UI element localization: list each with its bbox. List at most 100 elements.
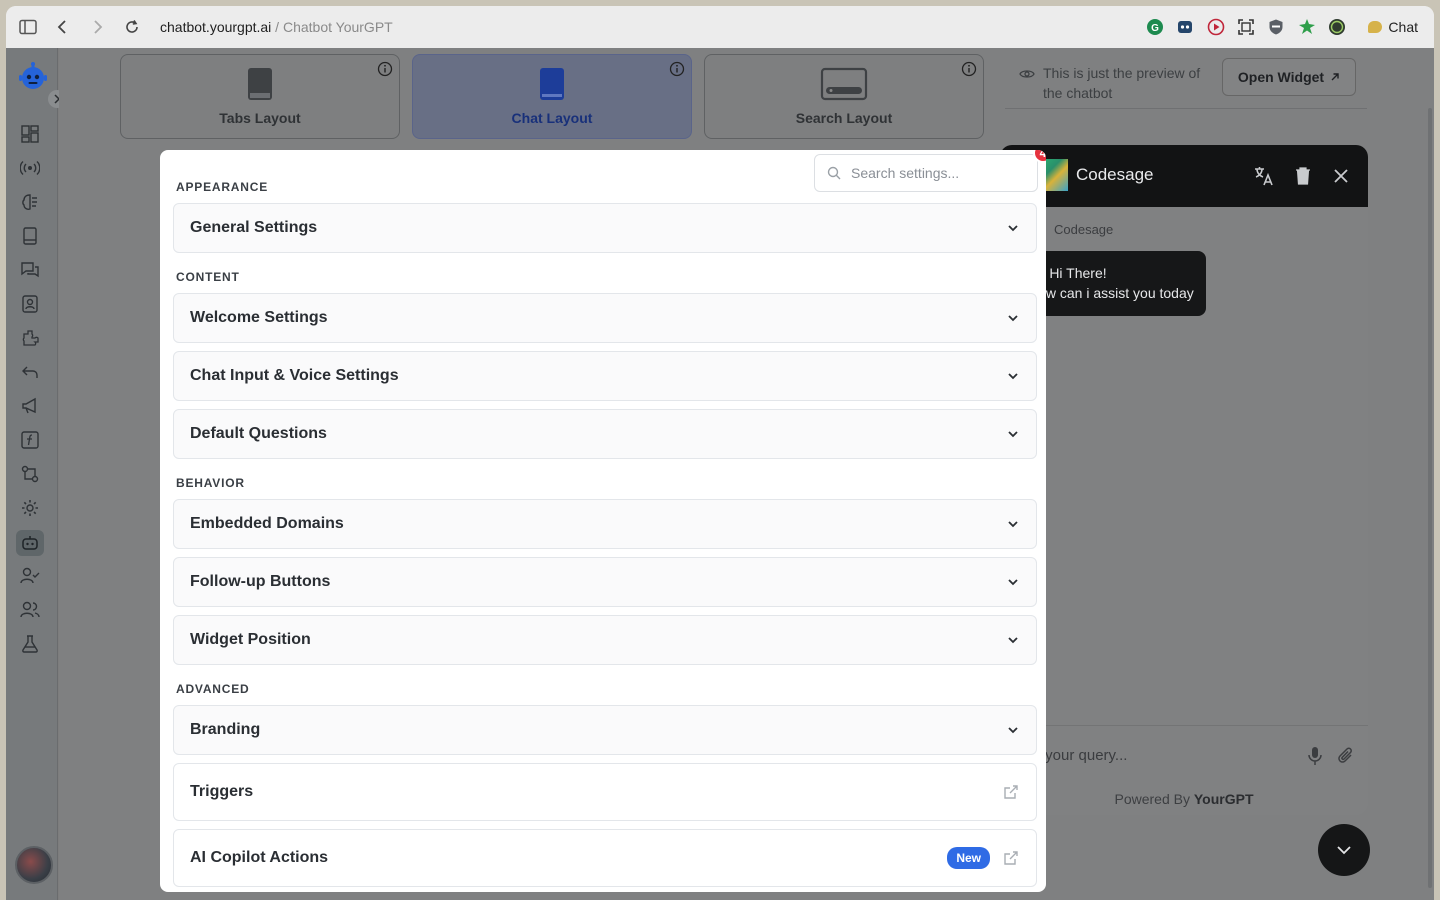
accordion-branding[interactable]: Branding [173,705,1037,755]
dashboard-icon[interactable] [20,124,40,144]
accordion-chat-input-voice[interactable]: Chat Input & Voice Settings [173,351,1037,401]
accordion-label: Embedded Domains [190,515,344,532]
extension-grammarly-icon[interactable]: G [1145,17,1165,37]
new-badge: New [947,847,990,869]
accordion-label: General Settings [190,219,318,236]
accordion-welcome-settings[interactable]: Welcome Settings [173,293,1037,343]
extension-puzzle-icon[interactable] [1297,17,1317,37]
powered-by: Powered By YourGPT [1000,791,1368,807]
extension-shield-icon[interactable] [1266,17,1286,37]
sidebar-toggle-icon[interactable] [18,17,38,37]
url-page-title: Chatbot YourGPT [282,19,393,35]
reload-icon[interactable] [122,17,142,37]
svg-text:G: G [1151,23,1159,34]
page-scrollbar[interactable] [1426,108,1434,888]
layout-card-label: Tabs Layout [219,110,301,126]
chatbot-icon[interactable] [16,530,44,556]
open-widget-label: Open Widget [1237,69,1325,85]
info-icon[interactable] [669,61,685,77]
accordion-default-questions[interactable]: Default Questions [173,409,1037,459]
megaphone-icon[interactable] [20,396,40,416]
accordion-label: Branding [190,721,261,738]
eye-icon [1019,70,1035,78]
preview-note-text: This is just the preview of the chatbot [1043,65,1201,101]
external-link-icon [1004,851,1018,865]
accordion-follow-up-buttons[interactable]: Follow-up Buttons [173,557,1037,607]
layout-card-tabs[interactable]: Tabs Layout [120,54,400,139]
browser-window: chatbot.yourgpt.ai / Chatbot YourGPT G C… [6,6,1434,900]
search-icon [827,166,841,180]
chevron-down-icon [1008,373,1018,380]
open-widget-button[interactable]: Open Widget [1222,58,1356,96]
contacts-icon[interactable] [20,294,40,314]
translate-icon[interactable] [1253,165,1275,187]
url-separator: / [271,19,283,35]
reply-icon[interactable] [20,362,40,382]
conversations-icon[interactable] [20,260,40,280]
layout-card-label: Search Layout [795,110,893,126]
forward-icon[interactable] [88,17,108,37]
chevron-down-icon [1337,846,1351,855]
extension-wordpress-icon[interactable] [1327,17,1347,37]
info-icon[interactable] [961,61,977,77]
back-icon[interactable] [52,17,72,37]
microphone-icon[interactable] [1306,746,1324,766]
workflow-icon[interactable] [20,464,40,484]
browser-chat-button[interactable]: Chat [1358,13,1428,41]
layout-card-search[interactable]: Search Layout [704,54,984,139]
brain-icon[interactable] [20,192,40,212]
chevron-down-icon [1008,727,1018,734]
divider [1005,108,1367,109]
main-content: Tabs Layout Chat Layout Search Layout Th… [59,48,1434,900]
accordion-widget-position[interactable]: Widget Position [173,615,1037,665]
flask-icon[interactable] [20,634,40,654]
search-input[interactable] [851,165,1021,181]
accordion-label: Follow-up Buttons [190,573,331,590]
settings-search[interactable] [814,154,1038,192]
link-triggers[interactable]: Triggers [173,763,1037,821]
team-icon[interactable] [20,600,40,620]
address-bar[interactable]: chatbot.yourgpt.ai / Chatbot YourGPT [160,19,393,35]
section-title-advanced: ADVANCED [176,682,250,696]
user-avatar[interactable] [15,846,53,884]
extension-screenshot-icon[interactable] [1236,17,1256,37]
tabs-layout-icon [248,68,272,100]
layout-card-chat[interactable]: Chat Layout [412,54,692,139]
widget-toggle-button[interactable] [1318,824,1370,876]
user-check-icon[interactable] [20,566,40,586]
browser-toolbar: chatbot.yourgpt.ai / Chatbot YourGPT G C… [6,6,1434,48]
link-ai-copilot-actions[interactable]: AI Copilot Actions New [173,829,1037,887]
url-domain: chatbot.yourgpt.ai [160,19,272,35]
chevron-down-icon [1008,315,1018,322]
close-icon[interactable] [1330,165,1352,187]
integrations-icon[interactable] [20,328,40,348]
settings-gear-icon[interactable] [20,498,40,518]
extension-bot-icon[interactable] [1175,17,1195,37]
link-label: Triggers [190,783,254,800]
message-sender-name: Codesage [1054,222,1114,237]
chevron-down-icon [1008,579,1018,586]
section-title-content: CONTENT [176,270,240,284]
functions-icon[interactable] [20,430,40,450]
accordion-label: Widget Position [190,631,311,648]
chat-button-label: Chat [1388,19,1418,35]
book-icon[interactable] [20,226,40,246]
powered-by-prefix: Powered By [1114,791,1194,807]
chevron-down-icon [1008,431,1018,438]
welcome-line-1: 👋 Hi There! [1028,265,1107,281]
widget-header: Codesage [1000,145,1368,207]
info-icon[interactable] [377,61,393,77]
yourgpt-logo-icon[interactable] [18,62,48,92]
section-title-behavior: BEHAVIOR [176,476,245,490]
extension-record-icon[interactable] [1206,17,1226,37]
widget-title: Codesage [1076,165,1154,184]
powered-by-brand[interactable]: YourGPT [1194,791,1254,807]
chevron-down-icon [1008,521,1018,528]
attachment-icon[interactable] [1336,746,1356,766]
accordion-embedded-domains[interactable]: Embedded Domains [173,499,1037,549]
broadcast-icon[interactable] [20,158,40,178]
layout-card-label: Chat Layout [511,110,593,126]
accordion-general-settings[interactable]: General Settings [173,203,1037,253]
preview-note: This is just the preview of the chatbot [1019,63,1219,103]
trash-icon[interactable] [1292,165,1314,187]
